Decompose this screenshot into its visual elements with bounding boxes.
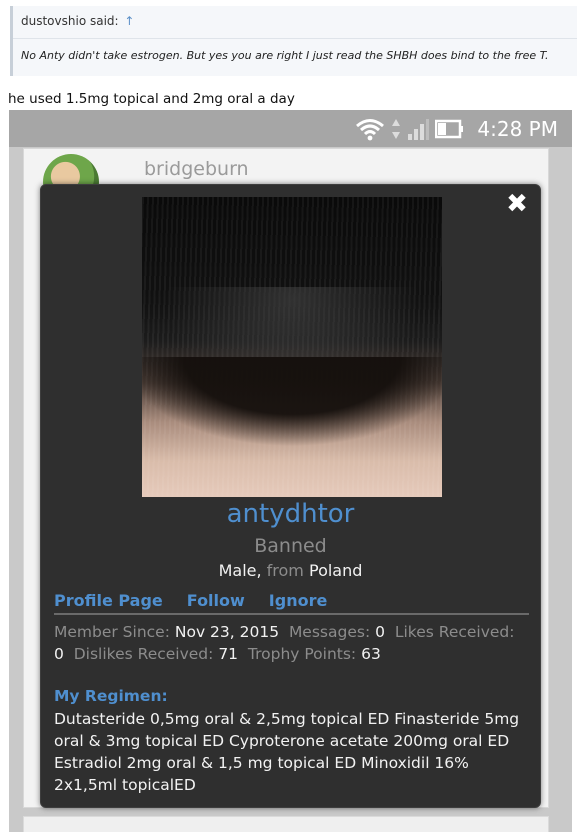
status-time: 4:28 PM <box>477 117 558 141</box>
likes-label: Likes Received: <box>394 623 515 641</box>
member-username[interactable]: antydhtor <box>41 499 540 529</box>
quote-text: No Anty didn't take estrogen. But yes yo… <box>21 49 549 62</box>
quote-header: dustovshio said: ↑ <box>13 6 577 39</box>
trophy-label: Trophy Points: <box>247 645 357 663</box>
from-label: from <box>266 561 304 580</box>
quote-jump-arrow-icon[interactable]: ↑ <box>124 14 134 28</box>
profile-page-link[interactable]: Profile Page <box>54 591 163 613</box>
member-since-label: Member Since: <box>54 623 170 641</box>
regimen-text: Dutasteride 0,5mg oral & 2,5mg topical E… <box>54 710 520 794</box>
signal-icon <box>408 119 430 140</box>
follow-link[interactable]: Follow <box>187 591 245 613</box>
dislikes-label: Dislikes Received: <box>73 645 214 663</box>
background-username: bridgeburn <box>144 158 249 180</box>
member-links: Profile Page Follow Ignore <box>54 591 529 615</box>
member-card-modal: ✖ antydhtor Banned Male, from Poland Pro… <box>40 184 541 808</box>
likes-value: 0 <box>54 645 64 663</box>
close-icon[interactable]: ✖ <box>504 191 530 217</box>
member-avatar <box>142 197 442 497</box>
member-location: Male, from Poland <box>41 561 540 580</box>
messages-value[interactable]: 0 <box>375 623 385 641</box>
ignore-link[interactable]: Ignore <box>269 591 328 613</box>
battery-icon <box>435 119 464 139</box>
regimen-title: My Regimen: <box>54 687 168 705</box>
member-stats: Member Since: Nov 23, 2015 Messages: 0 L… <box>54 621 534 665</box>
member-gender: Male, <box>218 561 262 580</box>
dislikes-value: 71 <box>218 645 239 663</box>
member-since-value: Nov 23, 2015 <box>174 623 280 641</box>
background-next-card <box>23 816 549 832</box>
trophy-value[interactable]: 63 <box>361 645 381 663</box>
member-status: Banned <box>254 535 327 557</box>
quote-block: dustovshio said: ↑ No Anty didn't take e… <box>10 6 577 76</box>
wifi-icon <box>356 119 385 141</box>
messages-label: Messages: <box>288 623 371 641</box>
member-country: Poland <box>308 561 363 580</box>
data-arrows-icon <box>392 119 401 139</box>
quote-author[interactable]: dustovshio said: <box>21 14 119 28</box>
post-text: he used 1.5mg topical and 2mg oral a day <box>8 91 295 107</box>
phone-status-bar: 4:28 PM <box>9 110 572 147</box>
